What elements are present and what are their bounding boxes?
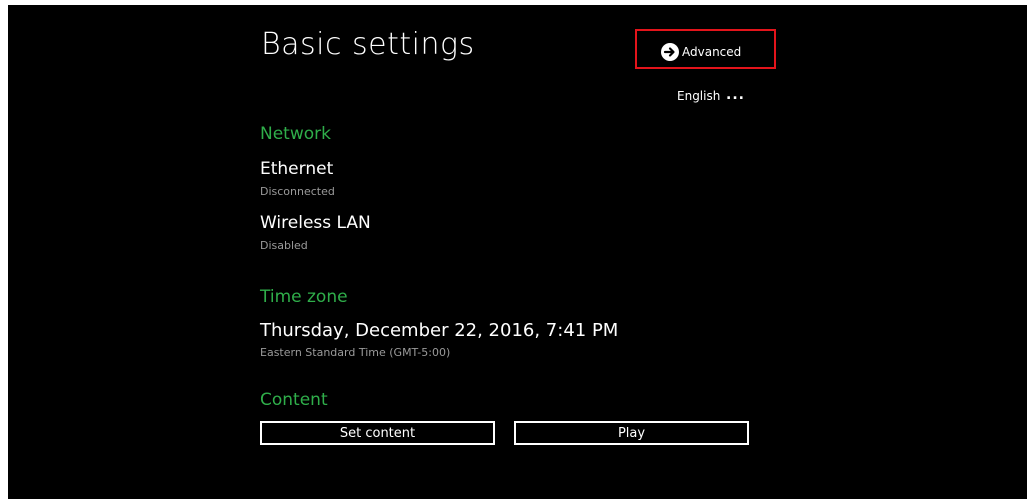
settings-screen: Basic settings Advanced English ... Netw…	[8, 5, 1027, 499]
timezone-label: Eastern Standard Time (GMT-5:00)	[260, 346, 451, 359]
language-selector[interactable]: English	[677, 89, 720, 103]
arrow-right-circle-icon	[660, 42, 680, 62]
network-section-heading: Network	[260, 124, 331, 144]
play-button[interactable]: Play	[514, 421, 749, 445]
language-more-button[interactable]: ...	[726, 87, 745, 103]
page-title: Basic settings	[261, 27, 475, 62]
wireless-lan-status: Disabled	[260, 239, 308, 252]
timezone-section-heading: Time zone	[260, 287, 348, 307]
ethernet-item[interactable]: Ethernet	[260, 159, 333, 179]
wireless-lan-item[interactable]: Wireless LAN	[260, 213, 371, 233]
advanced-link[interactable]: Advanced	[660, 42, 741, 62]
content-section-heading: Content	[260, 390, 328, 410]
set-content-button[interactable]: Set content	[260, 421, 495, 445]
datetime-item[interactable]: Thursday, December 22, 2016, 7:41 PM	[260, 320, 618, 341]
ethernet-status: Disconnected	[260, 185, 335, 198]
advanced-label: Advanced	[682, 45, 742, 59]
